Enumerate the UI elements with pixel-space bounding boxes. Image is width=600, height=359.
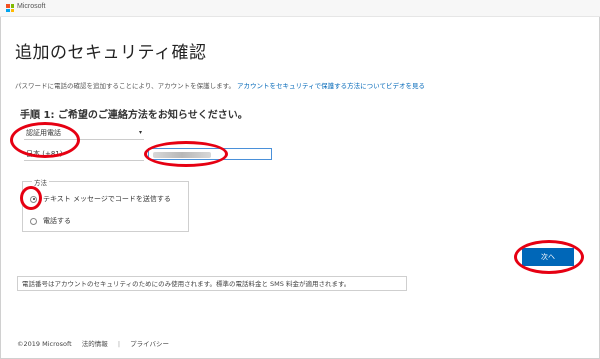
video-link[interactable]: アカウントをセキュリティで保護する方法についてビデオを見る	[237, 82, 425, 90]
microsoft-logo-icon	[6, 4, 14, 12]
chevron-down-icon: ▾	[138, 129, 142, 136]
description: パスワードに電話の確認を追加することにより、アカウントを保護します。 アカウント…	[15, 80, 425, 90]
option-call[interactable]: 電話する	[30, 216, 71, 226]
contact-method-value: 認証用電話	[26, 129, 61, 137]
step-heading: 手順 1: ご希望のご連絡方法をお知らせください。	[20, 110, 248, 121]
page-title: 追加のセキュリティ確認	[15, 43, 207, 63]
country-select[interactable]: 日本 (+81)	[24, 148, 144, 161]
radio-unchecked-icon[interactable]	[30, 217, 37, 225]
footer: ©2019 Microsoft 法的情報 | プライバシー	[17, 338, 177, 348]
header-bar: Microsoft	[0, 0, 600, 17]
option-label: 電話する	[43, 217, 71, 225]
privacy-link[interactable]: プライバシー	[130, 340, 169, 348]
country-value: 日本 (+81)	[26, 150, 63, 158]
redacted-phone-number	[153, 152, 211, 158]
legal-link[interactable]: 法的情報	[82, 340, 108, 348]
method-legend: 方法	[32, 177, 49, 187]
radio-checked-icon[interactable]	[30, 195, 37, 203]
next-button[interactable]: 次へ	[522, 248, 574, 266]
notice-box: 電話番号はアカウントのセキュリティのためにのみ使用されます。標準の電話料金と S…	[17, 276, 407, 291]
copyright: ©2019 Microsoft	[17, 340, 72, 348]
brand-name: Microsoft	[17, 3, 46, 10]
contact-method-select[interactable]: 認証用電話 ▾	[24, 127, 144, 140]
phone-number-input[interactable]	[148, 148, 272, 160]
description-text: パスワードに電話の確認を追加することにより、アカウントを保護します。	[15, 82, 235, 90]
footer-separator: |	[117, 340, 121, 348]
option-text-message[interactable]: テキスト メッセージでコードを送信する	[30, 194, 171, 204]
option-label: テキスト メッセージでコードを送信する	[43, 195, 171, 203]
